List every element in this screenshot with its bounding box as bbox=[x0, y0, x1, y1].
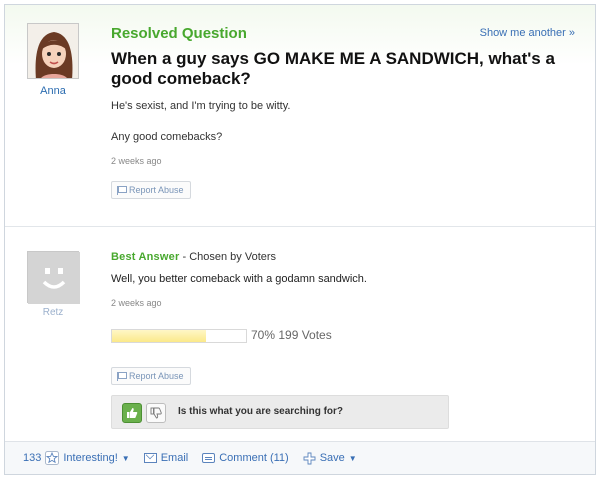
question-timestamp: 2 weeks ago bbox=[111, 156, 162, 166]
asker-name[interactable]: Anna bbox=[25, 85, 81, 97]
vote-progress-fill bbox=[112, 330, 206, 342]
vote-progress-bar bbox=[111, 329, 247, 343]
report-abuse-label: Report Abuse bbox=[129, 371, 184, 381]
answer-body: Well, you better comeback with a godamn … bbox=[111, 273, 367, 285]
best-answer-panel: Retz Best Answer - Chosen by Voters Well… bbox=[5, 227, 595, 441]
best-answer-heading: Best Answer - Chosen by Voters bbox=[111, 251, 276, 263]
email-button[interactable]: Email bbox=[143, 452, 189, 464]
question-body-line: He's sexist, and I'm trying to be witty. bbox=[111, 100, 291, 112]
chosen-by-label: - Chosen by Voters bbox=[179, 251, 277, 263]
thumbs-down-icon bbox=[150, 407, 162, 419]
interesting-count: 133 bbox=[23, 452, 42, 464]
best-answer-label: Best Answer bbox=[111, 251, 180, 263]
save-label: Save bbox=[319, 452, 345, 464]
question-panel: Anna Resolved Question Show me another »… bbox=[5, 5, 595, 227]
report-abuse-button[interactable]: Report Abuse bbox=[111, 367, 191, 385]
envelope-icon bbox=[143, 453, 157, 463]
flag-icon bbox=[116, 371, 127, 381]
thumbs-up-icon bbox=[127, 408, 138, 418]
flag-icon bbox=[116, 185, 127, 195]
thumbs-up-button[interactable] bbox=[122, 403, 142, 423]
status-heading: Resolved Question bbox=[111, 25, 247, 42]
search-feedback-box: Is this what you are searching for? bbox=[111, 395, 449, 429]
star-icon bbox=[45, 451, 60, 465]
answerer-avatar[interactable] bbox=[27, 251, 80, 304]
report-abuse-button[interactable]: Report Abuse bbox=[111, 181, 191, 199]
comment-label: Comment (11) bbox=[219, 452, 289, 464]
avatar-image bbox=[28, 24, 78, 78]
interesting-button[interactable]: 133 Interesting! ▼ bbox=[23, 451, 130, 465]
smiley-avatar-icon bbox=[28, 252, 80, 304]
search-feedback-question: Is this what you are searching for? bbox=[178, 406, 344, 417]
interesting-label: Interesting! bbox=[63, 452, 118, 464]
thumbs-down-button[interactable] bbox=[146, 403, 166, 423]
vote-summary: 70% 199 Votes bbox=[251, 328, 332, 342]
comment-icon bbox=[202, 453, 216, 463]
report-abuse-label: Report Abuse bbox=[129, 185, 184, 195]
question-body-line: Any good comebacks? bbox=[111, 131, 223, 143]
question-page: Anna Resolved Question Show me another »… bbox=[4, 4, 596, 475]
chevron-down-icon: ▼ bbox=[121, 453, 130, 463]
email-label: Email bbox=[160, 452, 189, 464]
answerer-name[interactable]: Retz bbox=[25, 307, 81, 318]
comment-button[interactable]: Comment (11) bbox=[202, 452, 289, 464]
plus-icon bbox=[303, 452, 316, 464]
action-bar: 133 Interesting! ▼ Email Comment (11) Sa… bbox=[5, 441, 595, 474]
answer-timestamp: 2 weeks ago bbox=[111, 298, 162, 308]
asker-avatar[interactable] bbox=[27, 23, 79, 79]
show-another-link[interactable]: Show me another » bbox=[480, 27, 575, 39]
chevron-down-icon: ▼ bbox=[348, 453, 357, 463]
question-title: When a guy says GO MAKE ME A SANDWICH, w… bbox=[111, 49, 555, 88]
save-button[interactable]: Save ▼ bbox=[303, 452, 357, 465]
